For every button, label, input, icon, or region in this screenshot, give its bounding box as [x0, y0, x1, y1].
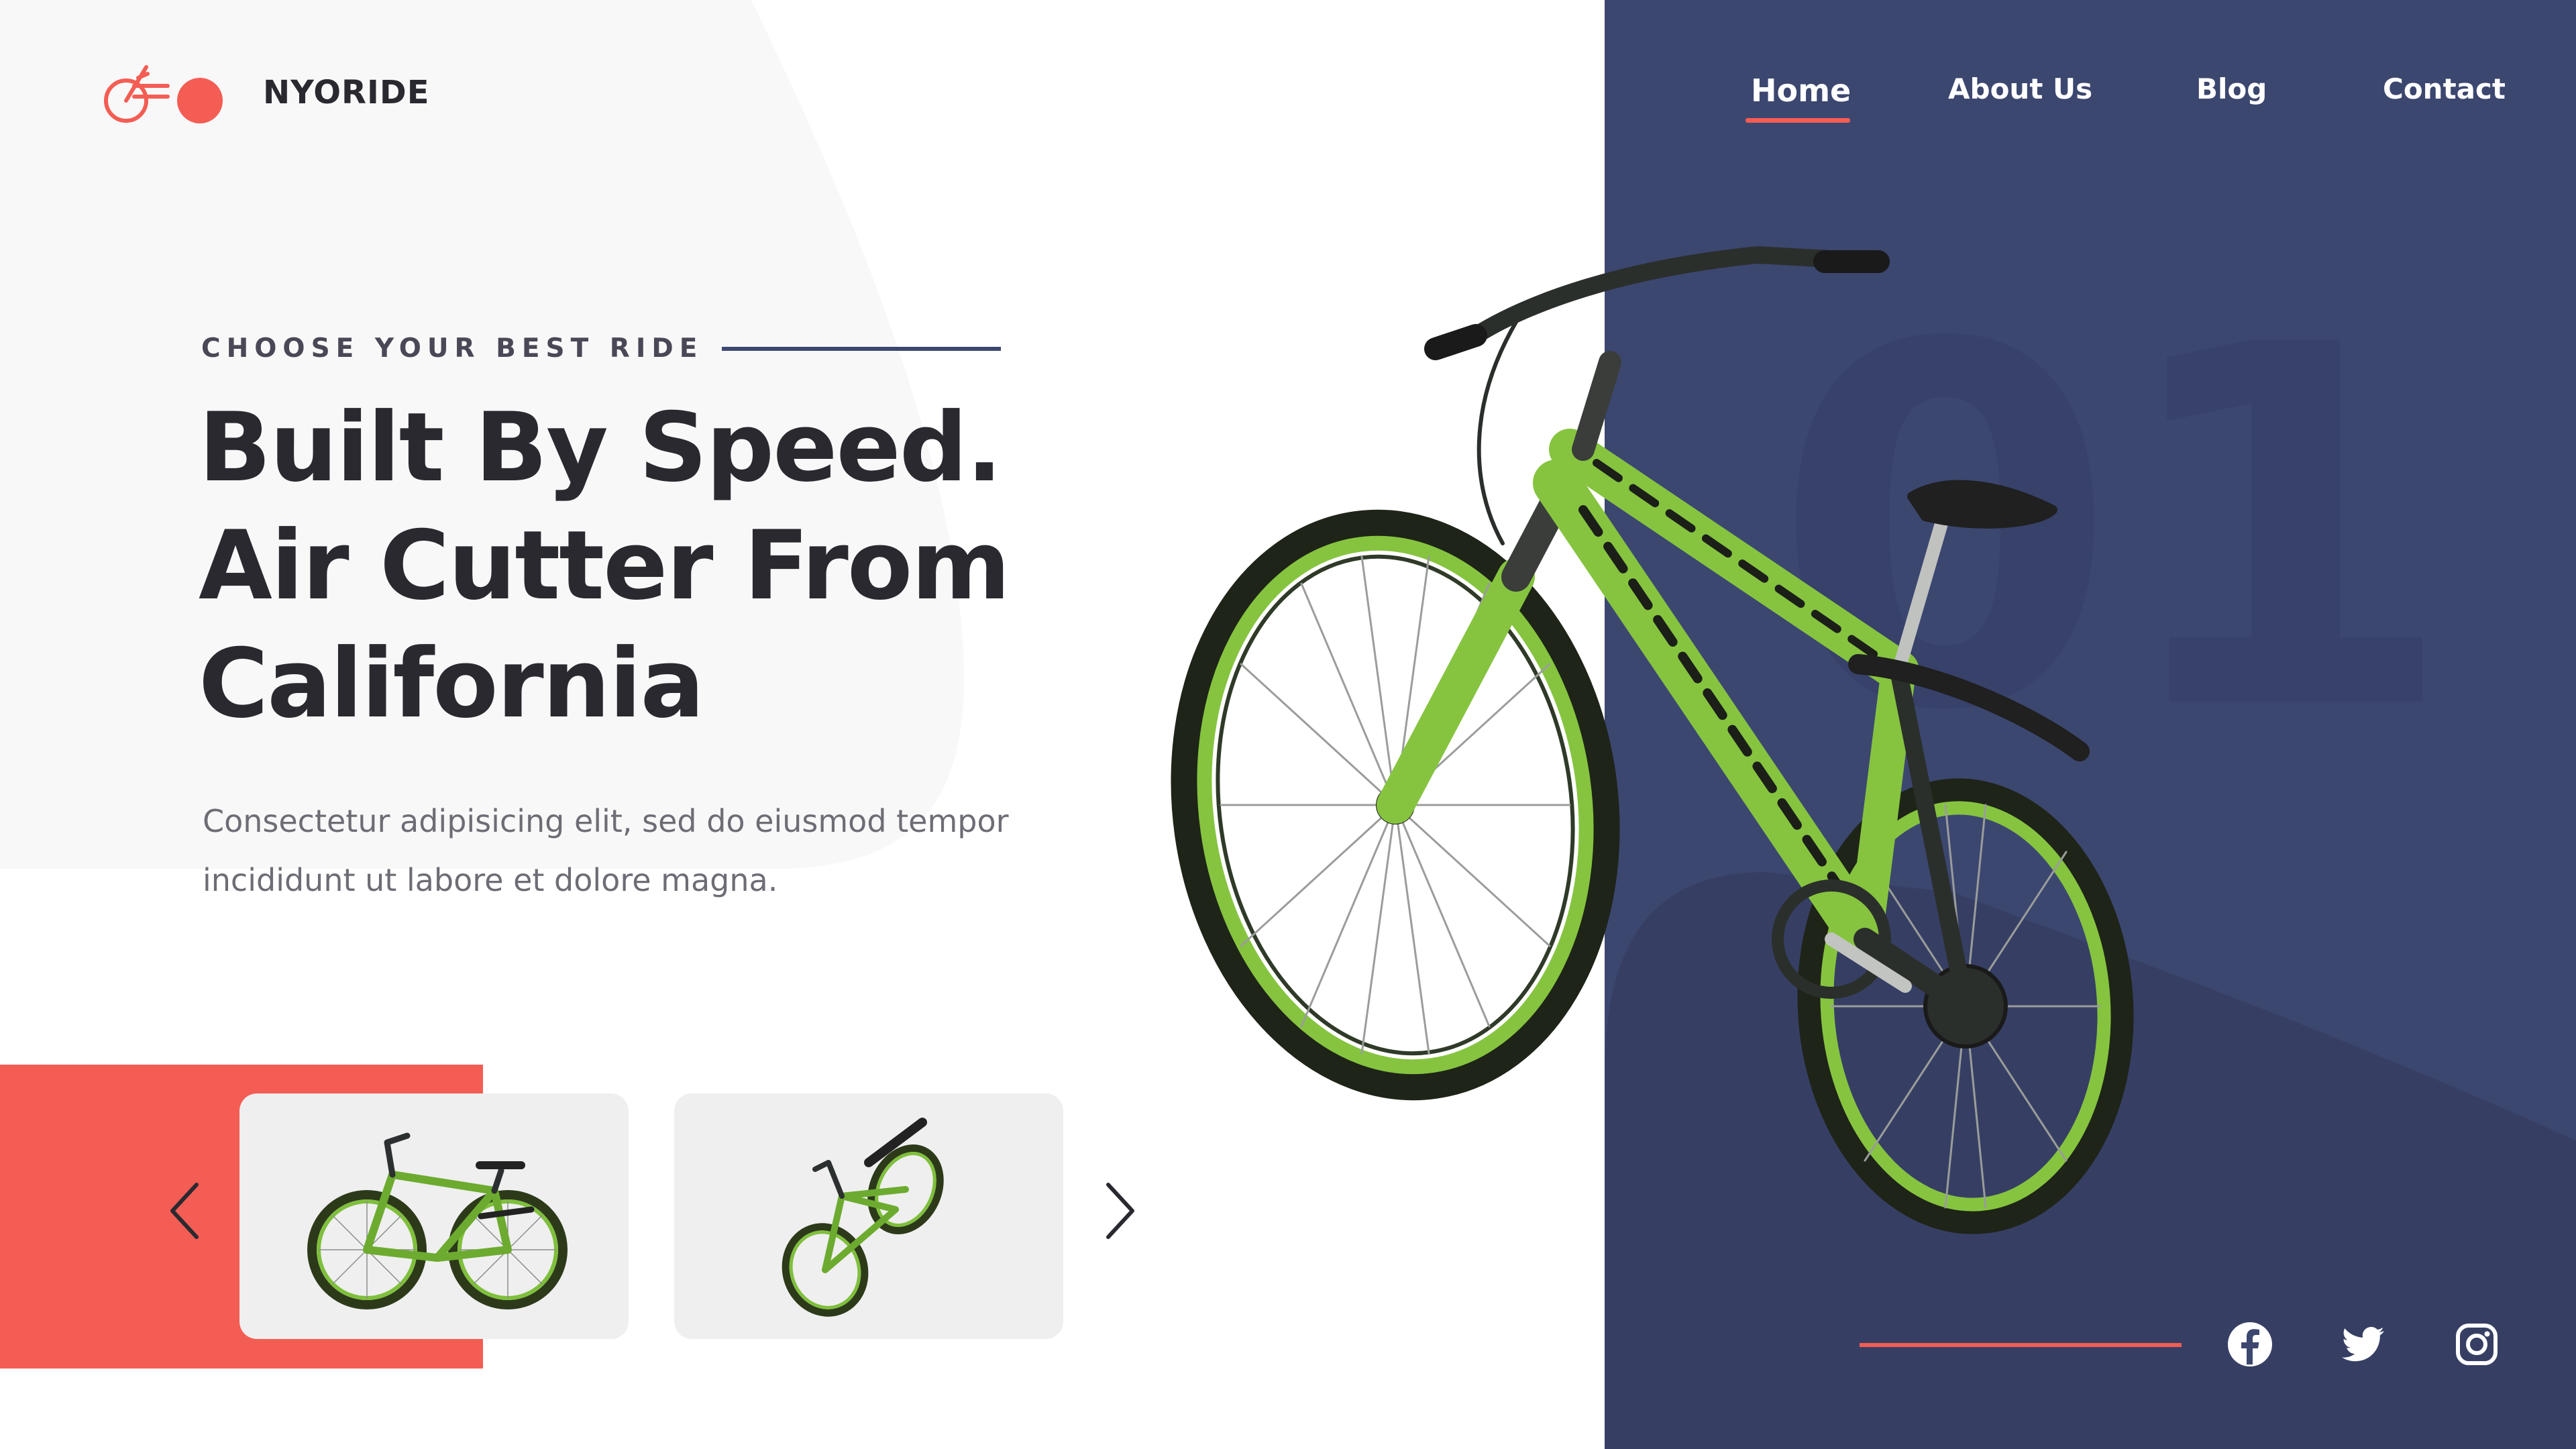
headline-line-3: California: [199, 629, 704, 739]
facebook-link[interactable]: [2226, 1320, 2274, 1368]
nav-item-blog[interactable]: Blog: [2196, 72, 2267, 105]
facebook-icon: [2228, 1322, 2272, 1366]
headline-line-1: Built By Speed.: [199, 392, 1002, 503]
bike-logo-icon: [104, 65, 223, 123]
instagram-link[interactable]: [2453, 1320, 2501, 1368]
nav-active-underline: [1746, 118, 1850, 123]
brand-name: NYORIDE: [263, 74, 430, 111]
green-mountain-bike-image: [1171, 246, 2134, 1234]
nav-item-contact[interactable]: Contact: [2383, 72, 2506, 105]
hero-description: Consectetur adipisicing elit, sed do eiu…: [203, 792, 1075, 910]
twitter-icon: [2342, 1327, 2384, 1362]
description-line-2: incididunt ut labore et dolore magna.: [203, 862, 778, 898]
carousel-thumbnail-2[interactable]: [674, 1093, 1063, 1339]
nav-item-about-us[interactable]: About Us: [1948, 72, 2092, 105]
bike-angled-view-thumbnail: [782, 1118, 944, 1317]
nav-item-home[interactable]: Home: [1751, 72, 1851, 109]
description-line-1: Consectetur adipisicing elit, sed do eiu…: [203, 803, 1009, 839]
carousel-thumbnail-1[interactable]: [239, 1093, 629, 1339]
main-nav: Home About Us Blog Contact: [1605, 67, 2576, 148]
headline-line-2: Air Cutter From: [199, 511, 1010, 621]
chevron-right-icon: [1106, 1183, 1134, 1239]
eyebrow-text: CHOOSE YOUR BEST RIDE: [201, 333, 704, 364]
carousel-prev-button[interactable]: [154, 1171, 215, 1251]
chevron-left-icon: [170, 1183, 199, 1239]
carousel-next-button[interactable]: [1090, 1171, 1150, 1251]
hero-headline: Built By Speed. Air Cutter From Californ…: [199, 389, 1138, 743]
logo[interactable]: NYORIDE: [101, 59, 429, 126]
social-divider: [1860, 1343, 2182, 1347]
twitter-link[interactable]: [2340, 1320, 2388, 1368]
eyebrow-divider: [722, 346, 1002, 351]
instagram-icon: [2456, 1324, 2498, 1365]
hero-eyebrow: CHOOSE YOUR BEST RIDE: [201, 333, 1002, 364]
bike-side-view-thumbnail: [307, 1132, 568, 1309]
